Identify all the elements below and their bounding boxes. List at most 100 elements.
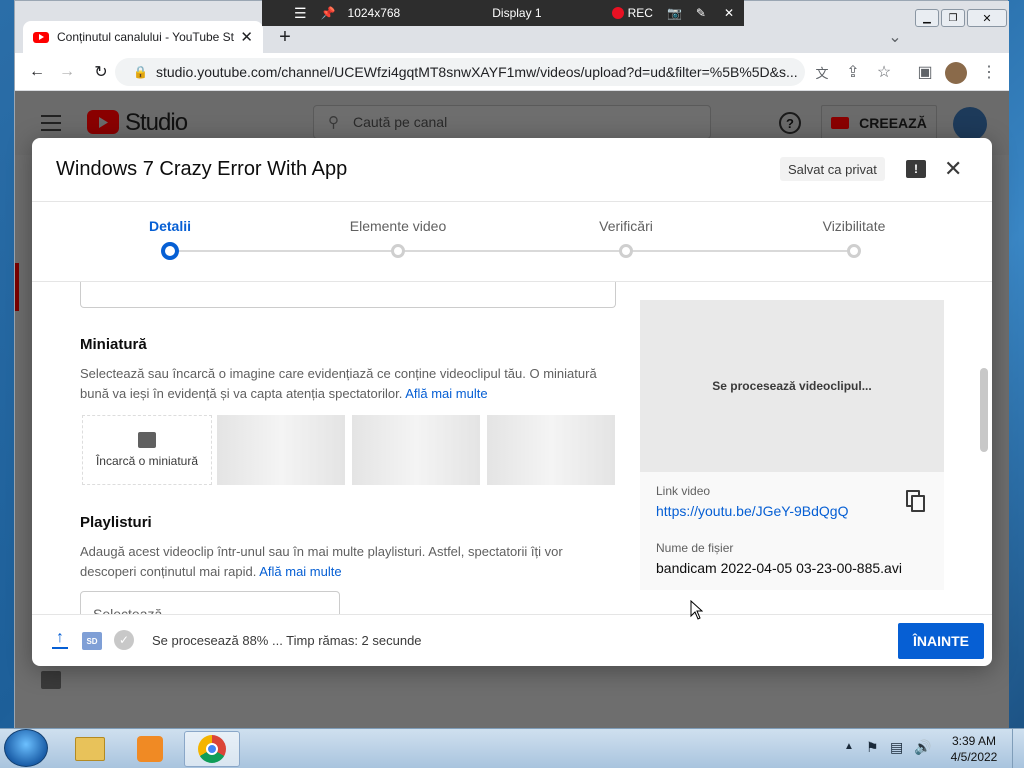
add-image-icon xyxy=(138,432,156,448)
report-feedback-icon[interactable]: ! xyxy=(906,160,926,178)
volume-icon[interactable]: 🔊 xyxy=(914,739,931,756)
dialog-title: Windows 7 Crazy Error With App xyxy=(56,158,348,180)
video-preview-area: Se procesează videoclipul... xyxy=(640,300,944,472)
show-desktop-button[interactable] xyxy=(1012,729,1024,768)
playlists-section-title: Playlisturi xyxy=(80,514,152,531)
clock-date: 4/5/2022 xyxy=(950,750,998,764)
hamburger-menu-icon[interactable] xyxy=(41,115,61,131)
playlists-description: Adaugă acest videoclip într-unul sau în … xyxy=(80,544,563,579)
chrome-taskbar-icon[interactable] xyxy=(184,731,240,767)
step-visibility-dot[interactable] xyxy=(847,244,861,258)
bookmark-star-icon[interactable]: ☆ xyxy=(872,60,896,84)
tab-search-chevron-icon[interactable]: ⌄ xyxy=(883,25,907,49)
filename-label: Nume de fișier xyxy=(656,541,734,555)
pencil-icon[interactable]: ✎ xyxy=(696,6,706,20)
start-button[interactable] xyxy=(4,729,48,767)
feedback-icon[interactable] xyxy=(41,671,61,689)
playlists-learn-more-link[interactable]: Află mai multe xyxy=(259,564,341,579)
show-hidden-icons-icon[interactable]: ▲ xyxy=(844,741,854,752)
recorder-display: Display 1 xyxy=(492,6,542,20)
thumbnail-placeholder[interactable] xyxy=(217,415,345,485)
recorder-close-icon[interactable]: ✕ xyxy=(724,6,734,20)
camera-icon[interactable]: 📷 xyxy=(667,6,682,20)
filename-value: bandicam 2022-04-05 03-23-00-885.avi xyxy=(656,560,902,576)
media-player-taskbar-icon[interactable] xyxy=(122,731,178,767)
description-field[interactable] xyxy=(80,282,616,308)
clock-time: 3:39 AM xyxy=(951,734,997,748)
thumbnail-placeholder[interactable] xyxy=(352,415,480,485)
network-icon[interactable]: ▤ xyxy=(890,739,903,756)
video-link[interactable]: https://youtu.be/JGeY-9BdQgQ xyxy=(656,503,849,519)
copy-link-icon[interactable] xyxy=(906,490,926,512)
step-visibility-label[interactable]: Vizibilitate xyxy=(823,218,886,234)
browser-tab[interactable]: Conținutul canalului - YouTube St ✕ xyxy=(23,21,263,53)
step-video-elements-label[interactable]: Elemente video xyxy=(350,218,447,234)
upload-thumbnail-label: Încarcă o miniatură xyxy=(95,454,199,468)
back-arrow-icon[interactable]: ← xyxy=(25,60,49,84)
create-label: CREEAZĂ xyxy=(859,115,927,131)
checks-icon: ✓ xyxy=(114,630,134,650)
search-icon: ⚲ xyxy=(328,114,339,131)
close-dialog-icon[interactable]: ✕ xyxy=(944,156,962,182)
dialog-footer: ↑ SD ✓ Se procesează 88% ... Timp rămas:… xyxy=(32,614,992,666)
recorder-toolbar: ☰ 📌 1024x768 Display 1 REC 📷 ✎ ✕ xyxy=(262,0,744,26)
tab-close-icon[interactable]: ✕ xyxy=(240,28,253,46)
tab-title: Conținutul canalului - YouTube St xyxy=(57,30,235,44)
upload-stepper: Detalii Elemente video Verificări Vizibi… xyxy=(32,202,992,282)
thumbnail-section-title: Miniatură xyxy=(80,336,147,353)
upload-status-text: Se procesează 88% ... Timp rămas: 2 secu… xyxy=(152,633,422,648)
thumbnail-placeholder[interactable] xyxy=(487,415,615,485)
mouse-cursor-icon xyxy=(690,599,704,625)
recorder-resolution: 1024x768 xyxy=(347,6,401,20)
menu-kebab-icon[interactable]: ⋮ xyxy=(977,60,1001,84)
sd-processing-icon: SD xyxy=(82,632,102,650)
search-placeholder: Caută pe canal xyxy=(353,114,448,130)
action-center-flag-icon[interactable]: ⚑ xyxy=(866,739,879,756)
profile-avatar[interactable] xyxy=(945,62,967,84)
clock[interactable]: 3:39 AM 4/5/2022 xyxy=(944,733,1004,765)
thumbnail-description: Selectează sau încarcă o imagine care ev… xyxy=(80,366,597,401)
step-details-dot[interactable] xyxy=(161,242,179,260)
share-icon[interactable]: ⇪ xyxy=(841,60,865,84)
next-button[interactable]: ÎNAINTE xyxy=(898,623,984,659)
thumbnail-learn-more-link[interactable]: Află mai multe xyxy=(405,386,487,401)
studio-search-input[interactable]: ⚲ Caută pe canal xyxy=(313,105,711,139)
minimize-button[interactable]: ▁ xyxy=(915,9,939,27)
close-window-button[interactable]: ✕ xyxy=(967,9,1007,27)
processing-text: Se procesează videoclipul... xyxy=(712,379,872,393)
address-bar[interactable]: 🔒 studio.youtube.com/channel/UCEWfzi4gqt… xyxy=(115,58,805,86)
pin-icon[interactable]: 📌 xyxy=(321,6,336,20)
step-checks-dot[interactable] xyxy=(619,244,633,258)
window-controls: ▁ ❐ ✕ xyxy=(915,9,1007,27)
channel-avatar[interactable] xyxy=(953,107,987,141)
upload-arrow-icon: ↑ xyxy=(52,630,68,649)
new-tab-button[interactable]: + xyxy=(273,25,297,49)
help-icon[interactable]: ? xyxy=(779,112,801,134)
browser-toolbar: ← → ↻ 🔒 studio.youtube.com/channel/UCEWf… xyxy=(15,53,1009,91)
playlist-select[interactable]: Selectează xyxy=(80,591,340,614)
upload-thumbnail-button[interactable]: Încarcă o miniatură xyxy=(82,415,212,485)
taskbar: ▲ ⚑ ▤ 🔊 3:39 AM 4/5/2022 xyxy=(0,728,1024,768)
rec-dot-icon xyxy=(611,7,624,19)
side-panel-icon[interactable]: ▣ xyxy=(913,60,937,84)
youtube-favicon-icon xyxy=(33,31,49,43)
step-checks-label[interactable]: Verificări xyxy=(599,218,653,234)
rec-label[interactable]: REC xyxy=(628,6,653,20)
lock-icon: 🔒 xyxy=(133,65,148,79)
url-text: studio.youtube.com/channel/UCEWfzi4gqtMT… xyxy=(155,64,798,80)
step-video-elements-dot[interactable] xyxy=(391,244,405,258)
video-preview-card: Se procesează videoclipul... Link video … xyxy=(640,300,944,590)
forward-arrow-icon[interactable]: → xyxy=(55,60,79,84)
dialog-header: Windows 7 Crazy Error With App Salvat ca… xyxy=(32,138,992,202)
step-details-label[interactable]: Detalii xyxy=(149,218,191,234)
explorer-taskbar-icon[interactable] xyxy=(62,731,118,767)
recorder-menu-icon[interactable]: ☰ xyxy=(294,5,307,22)
youtube-logo-icon[interactable] xyxy=(87,110,119,134)
video-link-label: Link video xyxy=(656,484,711,498)
dialog-content: Miniatură Selectează sau încarcă o imagi… xyxy=(32,282,992,614)
content-scrollbar[interactable] xyxy=(980,368,988,452)
translate-icon[interactable]: 文 xyxy=(810,60,834,84)
reload-icon[interactable]: ↻ xyxy=(89,60,113,84)
create-button[interactable]: CREEAZĂ xyxy=(821,105,937,141)
maximize-button[interactable]: ❐ xyxy=(941,9,965,27)
